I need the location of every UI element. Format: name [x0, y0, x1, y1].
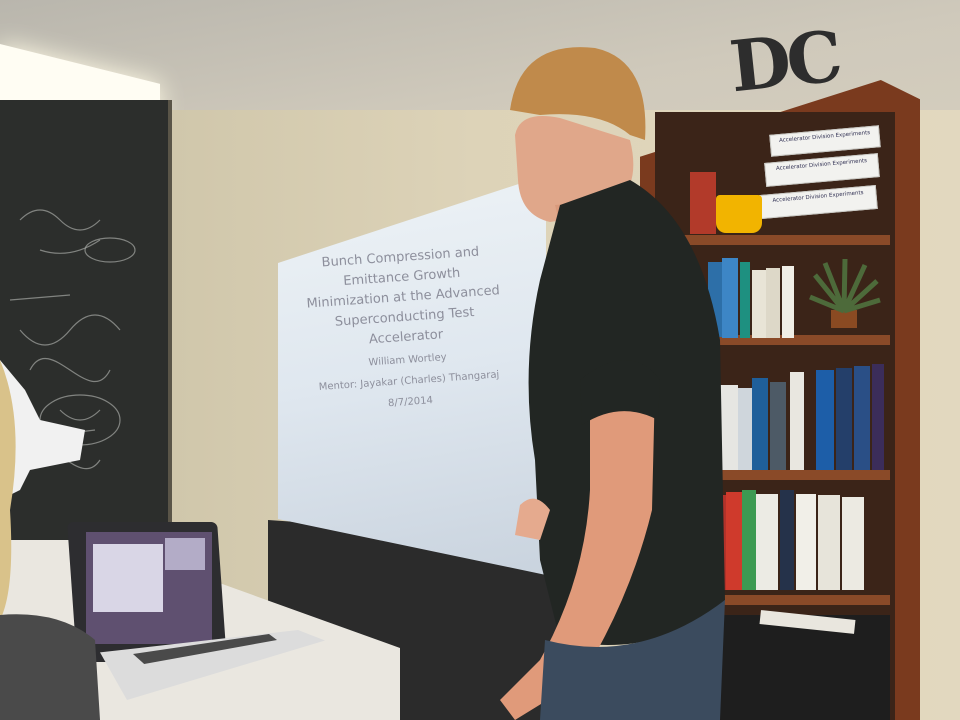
- book: [854, 366, 870, 470]
- book: [738, 388, 752, 470]
- book: [756, 494, 778, 590]
- book: [780, 490, 794, 590]
- book: [790, 372, 804, 470]
- book: [816, 370, 834, 470]
- laptop-slide-preview: [93, 544, 163, 612]
- book: [872, 364, 884, 470]
- book: [742, 490, 756, 590]
- laptop-thumbnail: [165, 538, 205, 570]
- potted-plant: [809, 258, 881, 328]
- binder-label: Accelerator Division Experiments: [778, 130, 871, 144]
- book: [782, 266, 794, 338]
- book: [770, 382, 786, 470]
- binders: [720, 615, 890, 720]
- audience-member: [0, 360, 100, 720]
- book: [796, 494, 816, 590]
- presenter: [500, 47, 725, 720]
- wall-sign: DC: [725, 14, 843, 109]
- book: [740, 262, 750, 338]
- book: [842, 497, 864, 590]
- binder-label: Accelerator Division Experiments: [772, 190, 864, 204]
- book: [766, 268, 780, 338]
- book: [836, 368, 852, 470]
- photo-scene: Bunch Compression and Emittance Growth M…: [0, 0, 960, 720]
- binder-label: Accelerator Division Experiments: [775, 158, 868, 172]
- slide-title: Bunch Compression and Emittance Growth M…: [306, 244, 501, 348]
- book: [752, 270, 766, 338]
- book: [818, 495, 840, 590]
- book: [752, 378, 768, 470]
